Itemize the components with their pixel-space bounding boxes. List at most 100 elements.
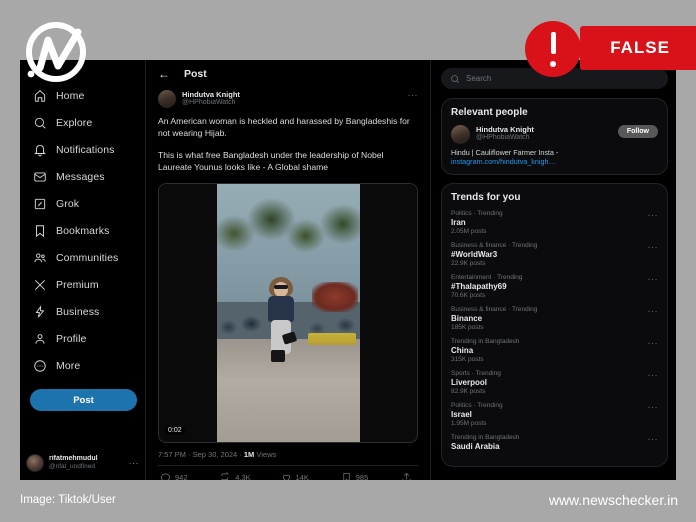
more-options-icon[interactable]: ··· <box>648 210 659 220</box>
trend-item[interactable]: Business & finance · Trending #WorldWar3… <box>451 242 658 267</box>
sidebar-item-premium[interactable]: Premium <box>26 271 145 298</box>
trend-item[interactable]: Entertainment · Trending #Thalapathy69 7… <box>451 274 658 299</box>
trend-item[interactable]: Trending in Bangladesh Saudi Arabia ··· <box>451 434 658 451</box>
video-duration: 0:02 <box>165 425 185 435</box>
sidebar-item-profile[interactable]: Profile <box>26 325 145 352</box>
post-paragraph: This is what free Bangladesh under the l… <box>158 149 384 173</box>
like-icon <box>282 474 290 480</box>
sidebar-item-home[interactable]: Home <box>26 82 145 109</box>
reply-action[interactable]: 942 <box>160 472 220 480</box>
sidebar-item-business[interactable]: Business <box>26 298 145 325</box>
reply-icon <box>161 473 170 480</box>
search-icon <box>451 74 460 83</box>
envelope-icon <box>32 169 47 184</box>
trend-item[interactable]: Politics · Trending Israel 1.95M posts ·… <box>451 402 658 427</box>
person-link[interactable]: instagram.com/hindutva_knigh… <box>451 157 658 166</box>
more-options-icon[interactable]: ··· <box>648 242 659 252</box>
more-options-icon[interactable]: ··· <box>648 434 659 444</box>
trend-category: Politics · Trending <box>451 210 503 218</box>
account-switcher[interactable]: rifatmehmudul @rifat_undfined ··· <box>26 454 139 472</box>
views-count: 1M <box>243 449 255 459</box>
sidebar-item-label: Messages <box>56 170 105 183</box>
person-name[interactable]: Hindutva Knight <box>476 125 534 134</box>
sidebar-item-label: Notifications <box>56 143 115 156</box>
sidebar-item-notifications[interactable]: Notifications <box>26 136 145 163</box>
embedded-screenshot: Home Explore Notifications Messages Grok… <box>20 60 676 480</box>
more-options-icon[interactable]: ··· <box>648 274 659 284</box>
sidebar-item-label: Grok <box>56 197 80 210</box>
post-button[interactable]: Post <box>30 389 137 411</box>
post-author-row[interactable]: Hindutva Knight @HPhobiaWatch ··· <box>158 90 418 108</box>
bell-icon <box>32 142 47 157</box>
person-handle[interactable]: @HPhobiaWatch <box>476 134 534 143</box>
author-name[interactable]: Hindutva Knight <box>182 90 240 99</box>
more-circle-icon <box>32 358 47 373</box>
person-icon <box>32 331 47 346</box>
reply-count: 942 <box>175 472 188 480</box>
avatar <box>26 454 44 472</box>
person-bio: Hindu | Cauliflower Farmer Insta - <box>451 148 559 157</box>
repost-count: 4.3K <box>235 472 251 480</box>
people-icon <box>32 250 47 265</box>
verdict-badge: FALSE <box>580 26 696 70</box>
sidebar-item-explore[interactable]: Explore <box>26 109 145 136</box>
x-logo-icon <box>32 277 47 292</box>
repost-action[interactable]: 4.3K <box>220 472 280 480</box>
author-handle[interactable]: @HPhobiaWatch <box>182 99 240 107</box>
bookmark-icon <box>343 472 350 480</box>
search-icon <box>32 115 47 130</box>
video-rickshaw <box>311 281 358 312</box>
share-action[interactable] <box>401 472 416 480</box>
timestamp-text: 7:57 PM · Sep 30, 2024 · <box>158 449 244 459</box>
sidebar-item-communities[interactable]: Communities <box>26 244 145 271</box>
trend-name: Iran <box>451 218 466 228</box>
post-video[interactable]: 0:02 <box>158 182 418 443</box>
trend-category: Business & finance · Trending <box>451 242 538 250</box>
grok-icon <box>32 196 47 211</box>
trend-item[interactable]: Trending in Bangladesh China 315K posts … <box>451 338 658 363</box>
trend-name: Binance <box>451 314 483 324</box>
trends-title: Trends for you <box>451 192 521 204</box>
relevant-people-card: Relevant people Hindutva Knight @HPhobia… <box>441 98 668 176</box>
post-action-bar: 942 4.3K 14K 985 <box>158 464 418 480</box>
trend-count: 22.9K posts <box>451 260 486 268</box>
video-yellow-object <box>307 333 356 346</box>
trend-count: 82.9K posts <box>451 388 486 396</box>
home-icon <box>32 88 47 103</box>
back-arrow-icon[interactable]: ← <box>158 68 170 80</box>
trend-name: China <box>451 346 474 356</box>
column-header: ← Post <box>146 60 430 88</box>
more-options-icon[interactable]: ··· <box>648 306 659 316</box>
newschecker-logo <box>22 18 90 86</box>
follow-button[interactable]: Follow <box>617 125 658 138</box>
trend-count: 1.95M posts <box>451 420 487 428</box>
sidebar-item-grok[interactable]: Grok <box>26 190 145 217</box>
website-url: www.newschecker.in <box>548 492 678 508</box>
bookmark-action[interactable]: 985 <box>341 472 401 480</box>
like-count: 14K <box>295 472 309 480</box>
more-options-icon[interactable]: ··· <box>648 370 659 380</box>
more-options-icon[interactable]: ··· <box>648 338 659 348</box>
trend-item[interactable]: Sports · Trending Liverpool 82.9K posts … <box>451 370 658 395</box>
avatar[interactable] <box>451 125 470 144</box>
trend-name: Liverpool <box>451 378 488 388</box>
search-placeholder: Search <box>466 74 492 83</box>
more-options-icon[interactable]: ··· <box>129 458 140 468</box>
more-options-icon[interactable]: ··· <box>648 402 659 412</box>
sidebar-item-messages[interactable]: Messages <box>26 163 145 190</box>
trend-name: #Thalapathy69 <box>451 282 507 292</box>
trend-item[interactable]: Business & finance · Trending Binance 18… <box>451 306 658 331</box>
sidebar-item-more[interactable]: More <box>26 352 145 379</box>
trend-item[interactable]: Politics · Trending Iran 2.05M posts ··· <box>451 210 658 235</box>
like-action[interactable]: 14K <box>281 472 341 480</box>
avatar[interactable] <box>158 90 176 108</box>
sidebar-item-bookmarks[interactable]: Bookmarks <box>26 217 145 244</box>
share-icon <box>402 472 411 480</box>
sidebar-item-label: More <box>56 359 81 372</box>
trend-category: Politics · Trending <box>451 402 503 410</box>
trend-category: Entertainment · Trending <box>451 274 523 282</box>
relevant-person[interactable]: Hindutva Knight @HPhobiaWatch Follow <box>451 125 658 144</box>
more-options-icon[interactable]: ··· <box>408 90 419 100</box>
post-detail: Hindutva Knight @HPhobiaWatch ··· An Ame… <box>146 88 430 480</box>
video-frame <box>216 183 360 442</box>
